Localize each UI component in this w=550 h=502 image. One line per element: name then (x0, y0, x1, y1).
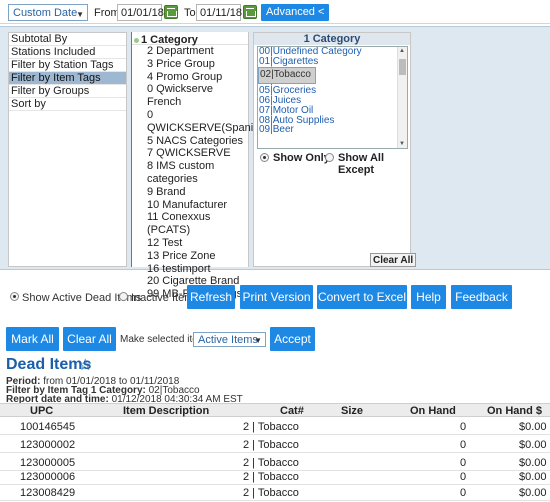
col-upc[interactable]: UPC (30, 405, 53, 417)
tag-category-item[interactable]: 12 Test (132, 237, 248, 250)
advanced-button[interactable]: Advanced < (261, 4, 330, 21)
filter-panel: Subtotal By Stations Included Filter by … (0, 26, 550, 300)
tag-category-item[interactable]: 10 Manufacturer (132, 199, 248, 212)
category-option-selected[interactable]: 02|Tobacco (258, 66, 316, 84)
cell-cat: 2 | Tobacco (243, 471, 299, 483)
chevron-down-icon: ▼ (76, 10, 84, 19)
filter-nav: Subtotal By Stations Included Filter by … (8, 32, 127, 267)
cell-on-hand: 0 (460, 487, 467, 499)
clear-all-filter-button[interactable]: Clear All (370, 253, 417, 267)
table-header: UPC Item Description Cat# Size On Hand O… (0, 403, 550, 417)
tag-category-item[interactable]: 4 Promo Group (132, 71, 248, 84)
cell-upc: 100146545 (20, 421, 76, 433)
cell-on-hand: 0 (460, 471, 467, 483)
scroll-thumb[interactable] (399, 59, 406, 75)
cell-on-hand-dollars: $0.00 (519, 439, 547, 451)
table-row[interactable]: 100146545 2 | Tobacco 0 $0.00 (0, 418, 550, 435)
show-all-except-radio[interactable] (325, 153, 334, 162)
tag-category-item[interactable]: 5 NACS Categories (132, 135, 248, 148)
listbox-scrollbar[interactable]: ▲ ▼ (397, 47, 407, 148)
chevron-down-icon: ▼ (254, 336, 262, 345)
category-values-listbox[interactable]: 00|Undefined Category 01|Cigarettes 02|T… (257, 46, 408, 149)
show-all-except-label: Show All Except (338, 152, 385, 176)
cell-cat: 2 | Tobacco (243, 439, 299, 451)
tag-category-item[interactable]: 8 IMS custom categories (132, 160, 248, 186)
category-values-panel: 1 Category 00|Undefined Category 01|Ciga… (253, 32, 411, 267)
refresh-button[interactable]: Refresh (187, 285, 235, 309)
tag-category-header[interactable]: 1 Category (132, 32, 248, 46)
calendar-icon[interactable] (164, 5, 178, 19)
tag-category-item[interactable]: 13 Price Zone (132, 250, 248, 263)
print-version-button[interactable]: Print Version (240, 285, 313, 309)
accept-button[interactable]: Accept (270, 327, 315, 351)
favorite-star-icon[interactable]: ☆ (78, 355, 92, 375)
cell-cat: 2 | Tobacco (243, 421, 299, 433)
clear-all-button[interactable]: Clear All (63, 327, 116, 351)
show-active-radio[interactable] (10, 292, 19, 301)
tag-category-item[interactable]: 2 Department (132, 45, 248, 58)
help-button[interactable]: Help (411, 285, 446, 309)
nav-subtotal-by[interactable]: Subtotal By (9, 33, 126, 46)
cell-on-hand-dollars: $0.00 (519, 471, 547, 483)
scroll-down-icon[interactable]: ▼ (399, 141, 405, 147)
table-row[interactable]: 123008429 2 | Tobacco 0 $0.00 (0, 484, 550, 501)
cell-on-hand: 0 (460, 421, 467, 433)
convert-excel-button[interactable]: Convert to Excel (317, 285, 407, 309)
category-values-title: 1 Category (254, 33, 410, 45)
to-date-input[interactable]: 01/11/18 (196, 4, 242, 21)
cell-cat: 2 | Tobacco (243, 487, 299, 499)
date-range-select[interactable]: Custom Date ▼ (8, 4, 88, 21)
date-range-value: Custom Date (13, 7, 78, 19)
show-only-label: Show Only (273, 152, 330, 164)
cell-on-hand-dollars: $0.00 (519, 487, 547, 499)
tag-category-item[interactable]: 0 QWICKSERVE(Spanish) (132, 109, 268, 135)
tag-category-item[interactable]: 9 Brand (132, 186, 248, 199)
item-status-select[interactable]: Active Items ▼ (193, 332, 266, 347)
col-item-description[interactable]: Item Description (123, 405, 209, 417)
cell-on-hand: 0 (460, 439, 467, 451)
cell-upc: 123000006 (20, 471, 76, 483)
nav-stations-included[interactable]: Stations Included (9, 46, 126, 59)
from-date-input[interactable]: 01/01/18 (117, 4, 164, 21)
tag-category-item[interactable]: 11 Conexxus (PCATS) (132, 211, 248, 237)
nav-filter-groups[interactable]: Filter by Groups (9, 85, 126, 98)
col-cat[interactable]: Cat# (280, 405, 304, 417)
table-row[interactable]: 123000006 2 | Tobacco 0 $0.00 (0, 468, 550, 485)
tag-category-item[interactable]: 0 Qwickserve French (132, 83, 248, 109)
col-size[interactable]: Size (341, 405, 363, 417)
tag-category-item[interactable]: 7 QWICKSERVE (132, 147, 248, 160)
scroll-up-icon[interactable]: ▲ (399, 48, 405, 54)
col-on-hand-dollars[interactable]: On Hand $ (487, 405, 542, 417)
category-option[interactable]: 09|Beer (258, 125, 407, 135)
tag-category-list: 1 Category 2 Department 3 Price Group 4 … (131, 32, 268, 300)
nav-filter-station-tags[interactable]: Filter by Station Tags (9, 59, 126, 72)
cell-upc: 123000002 (20, 439, 76, 451)
nav-sort-by[interactable]: Sort by (9, 98, 126, 111)
expand-dot-icon (134, 37, 139, 43)
tag-category-item[interactable]: 16 testimport (132, 263, 248, 276)
show-only-radio[interactable] (260, 153, 269, 162)
calendar-icon[interactable] (243, 5, 257, 19)
inactive-radio[interactable] (119, 292, 128, 301)
col-on-hand[interactable]: On Hand (410, 405, 456, 417)
cell-upc: 123008429 (20, 487, 76, 499)
mark-all-button[interactable]: Mark All (6, 327, 59, 351)
tag-category-item[interactable]: 3 Price Group (132, 58, 248, 71)
table-row[interactable]: 123000002 2 | Tobacco 0 $0.00 (0, 436, 550, 453)
item-status-value: Active Items (198, 334, 258, 346)
cell-on-hand-dollars: $0.00 (519, 421, 547, 433)
filter-bar: Custom Date ▼ From: 01/01/18 To: 01/11/1… (0, 0, 550, 24)
nav-filter-item-tags[interactable]: Filter by Item Tags (9, 72, 126, 85)
feedback-button[interactable]: Feedback (451, 285, 512, 309)
